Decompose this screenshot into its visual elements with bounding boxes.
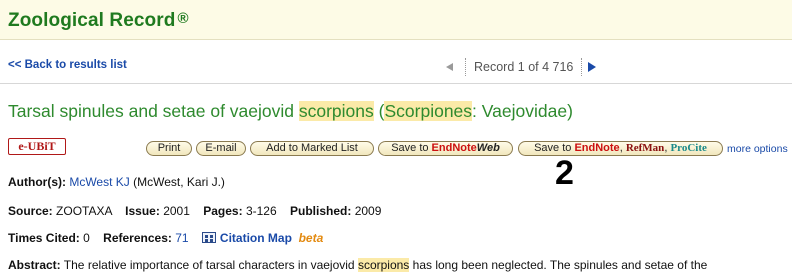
- navigation-row: << Back to results list Record 1 of 4 71…: [0, 48, 792, 84]
- endnote-brand: EndNote: [431, 142, 477, 154]
- title-text: (: [373, 101, 385, 121]
- beta-badge: beta: [298, 231, 324, 245]
- save-label: Save to: [391, 142, 432, 154]
- authors-row: Author(s): McWest KJ (McWest, Kari J.): [8, 175, 225, 189]
- registered-mark: ®: [177, 10, 189, 27]
- author-link[interactable]: McWest KJ: [69, 175, 129, 189]
- references-link[interactable]: 71: [175, 231, 188, 245]
- save-to-endnote-web-button[interactable]: Save to EndNoteWeb: [378, 141, 513, 156]
- record-title: Tarsal spinules and setae of vaejovid sc…: [8, 101, 573, 122]
- references-label: References:: [103, 231, 172, 245]
- print-button[interactable]: Print: [146, 141, 192, 156]
- more-options-link[interactable]: more options: [727, 143, 788, 155]
- add-to-marked-list-button[interactable]: Add to Marked List: [250, 141, 374, 156]
- abstract-highlight: scorpions: [357, 258, 410, 272]
- source-label: Source:: [8, 204, 53, 218]
- app-title: Zoological Record ®: [8, 10, 189, 32]
- citation-row: Times Cited: 0 References: 71 Citation M…: [8, 231, 323, 245]
- app-title-text: Zoological Record: [8, 10, 176, 31]
- times-cited-label: Times Cited:: [8, 231, 80, 245]
- title-text: Tarsal spinules and setae of vaejovid: [8, 101, 299, 121]
- source-row: Source: ZOOTAXA Issue: 2001 Pages: 3-126…: [8, 204, 381, 218]
- pager-divider: [581, 58, 583, 76]
- next-record-icon[interactable]: [588, 62, 597, 72]
- back-to-results-link[interactable]: << Back to results list: [8, 59, 127, 71]
- record-position: Record 1 of 4 716: [474, 60, 574, 74]
- issue-value: 2001: [163, 204, 190, 218]
- abstract-label: Abstract:: [8, 258, 61, 272]
- refman-brand: RefMan: [625, 142, 665, 154]
- abstract-text: The relative importance of tarsal charac…: [60, 258, 358, 272]
- abstract-row: Abstract: The relative importance of tar…: [8, 258, 707, 272]
- annotation-number: 2: [555, 154, 574, 192]
- pages-label: Pages:: [203, 204, 243, 218]
- title-highlight: Scorpiones: [384, 101, 473, 121]
- save-to-endnote-refman-procite-button[interactable]: Save to EndNote, RefMan, ProCite: [518, 141, 723, 156]
- abstract-text: has long been neglected. The spinules an…: [409, 258, 708, 272]
- published-value: 2009: [354, 204, 382, 218]
- header-bar: Zoological Record ®: [0, 0, 792, 40]
- times-cited-value: 0: [83, 231, 90, 245]
- endnote-brand: EndNote: [574, 142, 620, 154]
- save-label: Save to: [534, 142, 575, 154]
- pages-value: 3-126: [245, 204, 277, 218]
- source-value: ZOOTAXA: [56, 204, 112, 218]
- published-label: Published:: [290, 204, 352, 218]
- web-brand: Web: [476, 142, 500, 154]
- record-pager: Record 1 of 4 716: [446, 57, 597, 77]
- issue-label: Issue:: [125, 204, 160, 218]
- citation-map-link[interactable]: Citation Map: [220, 231, 292, 245]
- title-highlight: scorpions: [298, 101, 374, 121]
- authors-label: Author(s):: [8, 175, 66, 189]
- eubit-button[interactable]: e-UBiT: [8, 138, 66, 155]
- email-button[interactable]: E-mail: [196, 141, 246, 156]
- citation-map-icon[interactable]: [201, 232, 216, 243]
- title-text: : Vaejovidae): [472, 101, 573, 121]
- previous-record-icon[interactable]: [446, 63, 453, 71]
- procite-brand: ProCite: [670, 142, 707, 154]
- author-full-name: (McWest, Kari J.): [129, 175, 225, 189]
